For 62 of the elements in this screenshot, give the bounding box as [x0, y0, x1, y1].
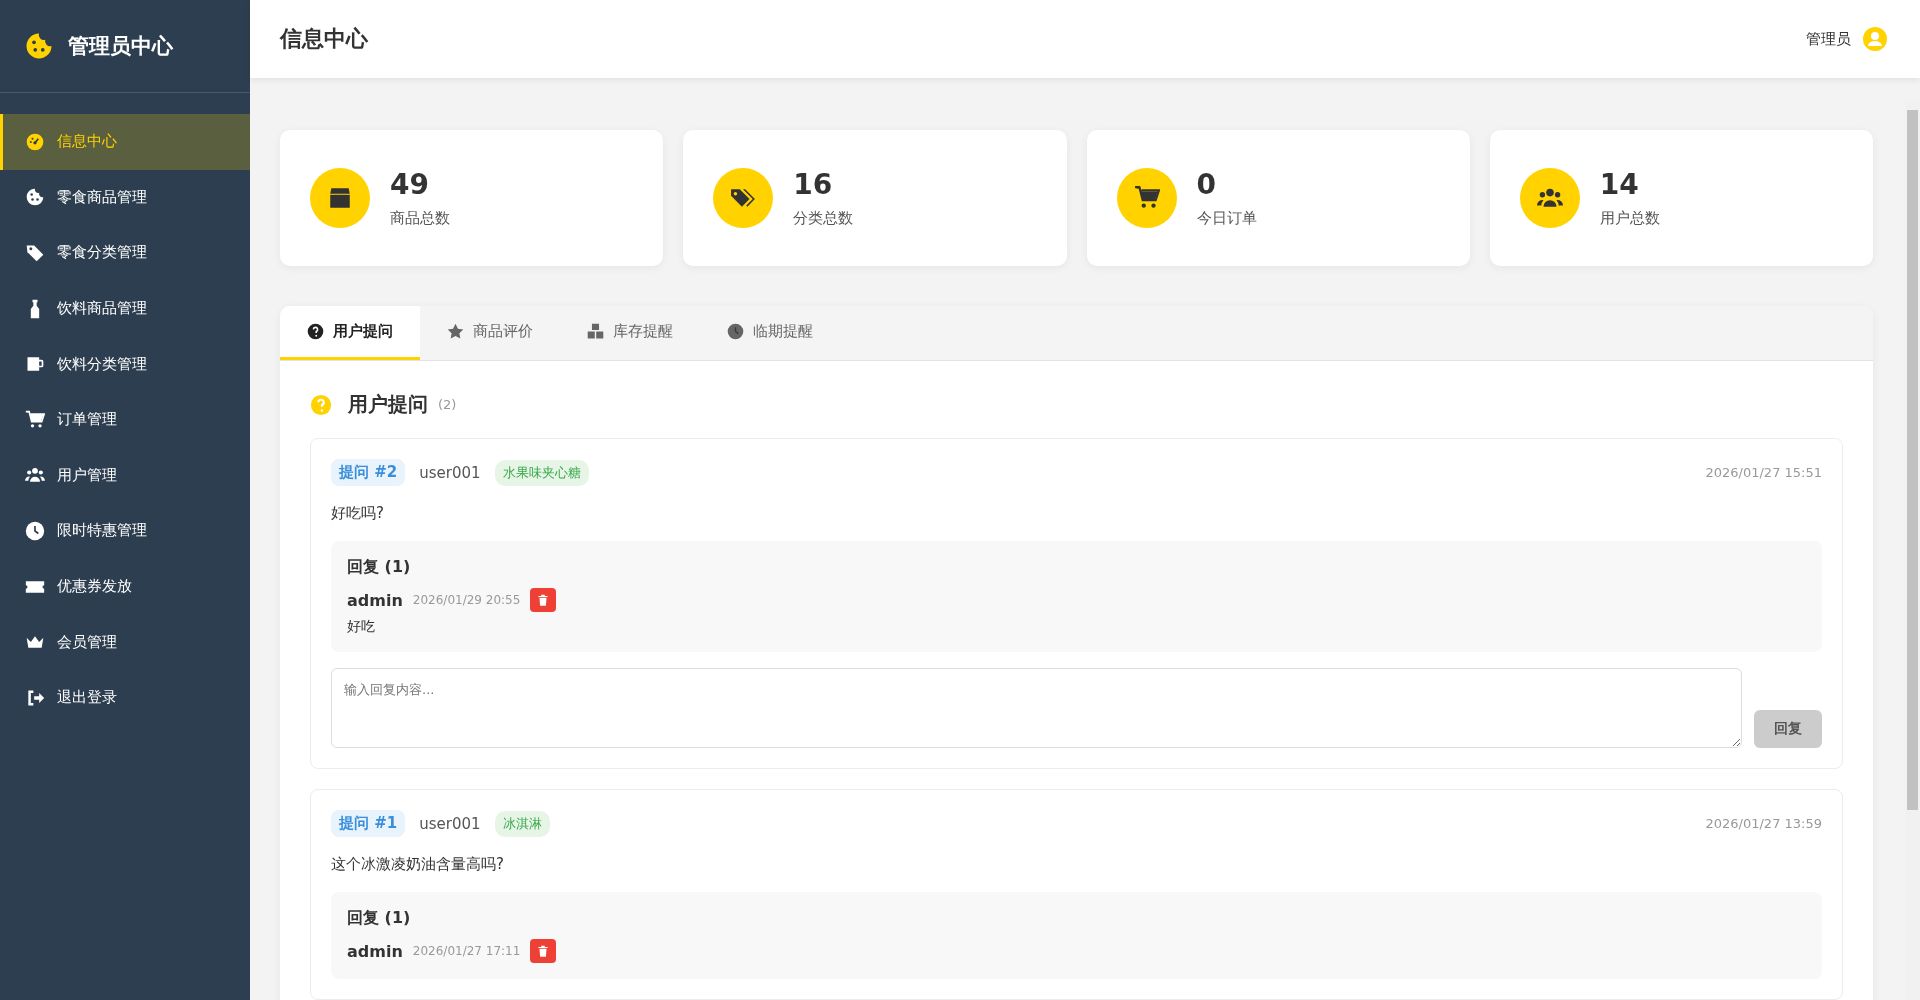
question-text: 这个冰激凌奶油含量高吗?	[331, 855, 505, 874]
tab[interactable]: 临期提醒	[700, 306, 840, 360]
sidebar-item[interactable]: 会员管理	[0, 614, 250, 670]
clock-icon	[25, 520, 45, 541]
product-tag: 水果味夹心糖	[494, 459, 589, 486]
sidebar-item[interactable]: 订单管理	[0, 391, 250, 448]
reply-author: admin	[347, 590, 403, 610]
delete-button[interactable]	[530, 588, 557, 612]
question-time: 2026/01/27 13:59	[1705, 816, 1822, 831]
stat-label: 用户总数	[1599, 209, 1660, 228]
question-count: (2)	[438, 397, 457, 412]
delete-button[interactable]	[530, 939, 557, 963]
tab[interactable]: 库存提醒	[560, 306, 700, 360]
cart-icon	[25, 409, 45, 430]
question-icon	[310, 393, 332, 416]
sidebar-item[interactable]: 优惠券发放	[0, 558, 250, 615]
reply-time: 2026/01/29 20:55	[412, 593, 521, 607]
sidebar-item[interactable]: 饮料商品管理	[0, 280, 250, 337]
stat-value: 16	[793, 168, 834, 201]
sidebar-item[interactable]: 用户管理	[0, 447, 250, 504]
page-title: 信息中心	[280, 25, 368, 53]
trash-icon	[536, 593, 551, 607]
reply-author: admin	[347, 941, 403, 961]
tab[interactable]: 用户提问	[280, 306, 420, 360]
user-name: 管理员	[1806, 29, 1851, 49]
sidebar-item[interactable]: 零食商品管理	[0, 169, 250, 226]
reply-time: 2026/01/27 17:11	[412, 944, 521, 958]
stat-label: 今日订单	[1196, 209, 1257, 228]
product-tag: 冰淇淋	[494, 810, 550, 837]
user-name: user001	[419, 814, 481, 833]
question-icon	[307, 323, 324, 340]
tag-icon	[25, 243, 45, 263]
sidebar-item[interactable]: 零食分类管理	[0, 225, 250, 281]
trash-icon	[536, 944, 551, 958]
question-text: 好吃吗?	[331, 504, 385, 523]
stat-value: 14	[1599, 168, 1640, 201]
question-number: 提问 #1	[331, 810, 406, 837]
question-number: 提问 #2	[331, 459, 406, 486]
replies-title: 回复 (1)	[347, 908, 412, 929]
stat-value: 0	[1196, 168, 1217, 201]
user-name: user001	[419, 463, 481, 482]
cookie-icon	[25, 187, 45, 208]
sidebar-item[interactable]: 限时特惠管理	[0, 503, 250, 559]
app-title: 管理员中心	[68, 33, 173, 60]
sidebar-item[interactable]: 退出登录	[0, 669, 250, 726]
clock-icon	[727, 323, 744, 340]
stat-label: 商品总数	[390, 209, 450, 228]
stat-value: 49	[390, 168, 430, 201]
gauge-icon	[25, 131, 45, 152]
sidebar-item[interactable]: 饮料分类管理	[0, 336, 250, 392]
sidebar-item[interactable]: 信息中心	[0, 114, 250, 170]
question-time: 2026/01/27 15:51	[1705, 465, 1822, 480]
stat-label: 分类总数	[793, 209, 854, 228]
section-title: 用户提问	[348, 391, 428, 418]
box-icon	[310, 168, 370, 228]
reply-input[interactable]: 输入回复内容...	[331, 668, 1742, 748]
cookie-icon	[24, 31, 54, 61]
reply-text: 好吃	[347, 618, 376, 636]
star-icon	[447, 323, 464, 340]
tab[interactable]: 商品评价	[420, 306, 560, 360]
boxes-icon	[587, 323, 604, 340]
replies-title: 回复 (1)	[347, 557, 412, 578]
